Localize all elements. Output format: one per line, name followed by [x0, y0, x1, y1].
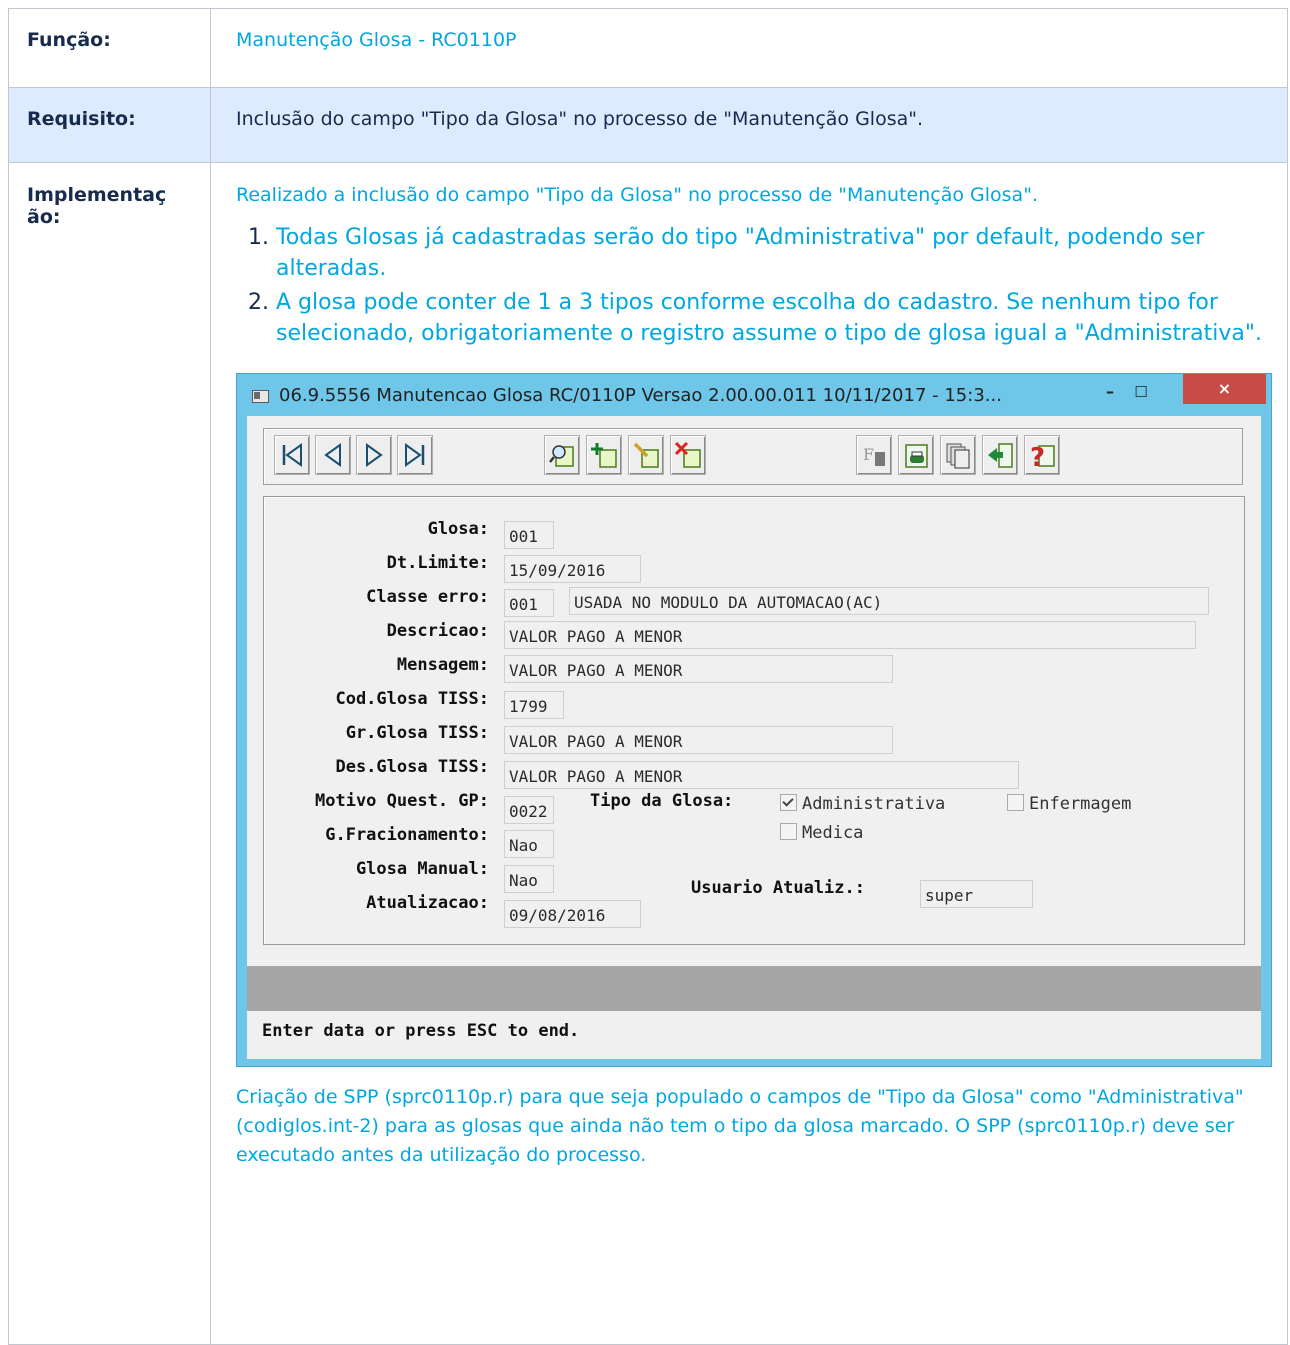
g-fracionamento-field[interactable]: Nao	[504, 830, 554, 858]
gr-glosa-tiss-field[interactable]: VALOR PAGO A MENOR	[504, 726, 893, 754]
implementacao-intro: Realizado a inclusão do campo "Tipo da G…	[236, 184, 1038, 206]
help-icon: ?	[1030, 443, 1055, 470]
funcao-value: Manutenção Glosa - RC0110P	[210, 8, 1288, 88]
window-titlebar: 06.9.5556 Manutencao Glosa RC/0110P Vers…	[237, 374, 1271, 416]
filter-button[interactable]: F	[856, 435, 892, 475]
row-implementacao: Implementaç ão: Realizado a inclusão do …	[8, 162, 1288, 1345]
svg-text:F: F	[863, 445, 874, 464]
enfermagem-label: Enfermagem	[1029, 794, 1132, 814]
minimize-button[interactable]: –	[1099, 380, 1121, 406]
g-fracionamento-label: G.Fracionamento:	[325, 825, 489, 845]
add-icon	[591, 443, 617, 468]
filter-icon: F	[863, 445, 885, 466]
implementacao-label: Implementaç ão:	[8, 162, 211, 1345]
edit-icon	[633, 442, 659, 468]
print-icon	[905, 444, 928, 468]
glosa-manual-label: Glosa Manual:	[355, 859, 489, 879]
motivo-quest-label: Motivo Quest. GP:	[315, 791, 489, 811]
row-requisito: Requisito: Inclusão do campo "Tipo da Gl…	[8, 87, 1288, 163]
app-window-screenshot: 06.9.5556 Manutencao Glosa RC/0110P Vers…	[236, 373, 1272, 1067]
svg-text:?: ?	[1030, 443, 1045, 470]
message-area	[247, 966, 1261, 1011]
copy-icon	[946, 443, 970, 469]
delete-icon	[675, 442, 701, 468]
dt-limite-label: Dt.Limite:	[386, 553, 489, 573]
gr-glosa-tiss-label: Gr.Glosa TISS:	[345, 723, 489, 743]
first-record-button[interactable]	[274, 435, 310, 475]
glosa-manual-field[interactable]: Nao	[504, 865, 554, 893]
list-item: Todas Glosas já cadastradas serão do tip…	[276, 222, 1287, 284]
app-icon	[252, 390, 269, 403]
search-button[interactable]	[544, 435, 580, 475]
delete-button[interactable]	[670, 435, 706, 475]
copy-button[interactable]	[940, 435, 976, 475]
form-panel: Glosa: 001 Dt.Limite: 15/09/2016 Classe …	[263, 496, 1245, 945]
mensagem-field[interactable]: VALOR PAGO A MENOR	[504, 655, 893, 683]
implementacao-label-line1: Implementaç	[27, 184, 167, 206]
window-title: 06.9.5556 Manutencao Glosa RC/0110P Vers…	[279, 385, 1002, 406]
administrativa-label: Administrativa	[802, 794, 946, 814]
row-funcao: Função: Manutenção Glosa - RC0110P	[8, 8, 1288, 88]
tipo-glosa-label: Tipo da Glosa:	[590, 791, 734, 811]
toolbar: F ?	[263, 428, 1243, 485]
implementacao-value: Realizado a inclusão do campo "Tipo da G…	[210, 162, 1288, 1345]
medica-label: Medica	[802, 823, 864, 843]
requisito-label: Requisito:	[8, 87, 211, 163]
edit-button[interactable]	[628, 435, 664, 475]
implementacao-after-text: Criação de SPP (sprc0110p.r) para que se…	[236, 1086, 1244, 1166]
search-icon	[549, 445, 574, 467]
print-button[interactable]	[898, 435, 934, 475]
glosa-field[interactable]: 001	[504, 521, 554, 549]
usuario-atualiz-label: Usuario Atualiz.:	[691, 878, 865, 898]
descricao-field[interactable]: VALOR PAGO A MENOR	[504, 621, 1196, 649]
atualizacao-label: Atualizacao:	[366, 893, 489, 913]
funcao-label: Função:	[8, 8, 211, 88]
usuario-atualiz-field[interactable]: super	[920, 880, 1033, 908]
checkbox-checked-icon	[780, 794, 797, 811]
implementacao-list: Todas Glosas já cadastradas serão do tip…	[236, 222, 1287, 349]
classe-erro-code-field[interactable]: 001	[504, 589, 554, 617]
dt-limite-field[interactable]: 15/09/2016	[504, 555, 641, 583]
exit-icon	[988, 443, 1013, 468]
classe-erro-desc-field[interactable]: USADA NO MODULO DA AUTOMACAO(AC)	[569, 587, 1209, 615]
status-line: Enter data or press ESC to end.	[262, 1021, 580, 1041]
next-record-button[interactable]	[356, 435, 392, 475]
implementacao-label-line2: ão:	[27, 206, 61, 228]
list-item: A glosa pode conter de 1 a 3 tipos confo…	[276, 287, 1287, 349]
window-client: F ? Glosa: 001 Dt.Limite: 15/09/2016 Cla…	[247, 416, 1261, 1059]
next-icon	[366, 443, 383, 467]
add-button[interactable]	[586, 435, 622, 475]
close-button[interactable]: ×	[1183, 374, 1266, 404]
help-button[interactable]: ?	[1024, 435, 1060, 475]
glosa-label: Glosa:	[427, 519, 489, 539]
cod-glosa-tiss-label: Cod.Glosa TISS:	[335, 689, 489, 709]
classe-erro-label: Classe erro:	[366, 587, 489, 607]
requirements-table: Função: Manutenção Glosa - RC0110P Requi…	[8, 8, 1288, 1345]
cod-glosa-tiss-field[interactable]: 1799	[504, 691, 564, 719]
des-glosa-tiss-field[interactable]: VALOR PAGO A MENOR	[504, 761, 1019, 789]
motivo-quest-field[interactable]: 0022	[504, 796, 554, 824]
last-record-button[interactable]	[397, 435, 433, 475]
exit-button[interactable]	[982, 435, 1018, 475]
requisito-value: Inclusão do campo "Tipo da Glosa" no pro…	[210, 87, 1288, 163]
checkbox-icon	[780, 823, 797, 840]
administrativa-checkbox[interactable]: Administrativa	[780, 794, 945, 814]
prev-icon	[324, 443, 341, 467]
medica-checkbox[interactable]: Medica	[780, 823, 863, 843]
maximize-button[interactable]: ☐	[1129, 380, 1153, 406]
checkbox-icon	[1007, 794, 1024, 811]
first-icon	[282, 443, 302, 467]
last-icon	[405, 443, 425, 467]
mensagem-label: Mensagem:	[396, 655, 489, 675]
previous-record-button[interactable]	[315, 435, 351, 475]
enfermagem-checkbox[interactable]: Enfermagem	[1007, 794, 1131, 814]
descricao-label: Descricao:	[386, 621, 489, 641]
atualizacao-field[interactable]: 09/08/2016	[504, 900, 641, 928]
des-glosa-tiss-label: Des.Glosa TISS:	[335, 757, 489, 777]
